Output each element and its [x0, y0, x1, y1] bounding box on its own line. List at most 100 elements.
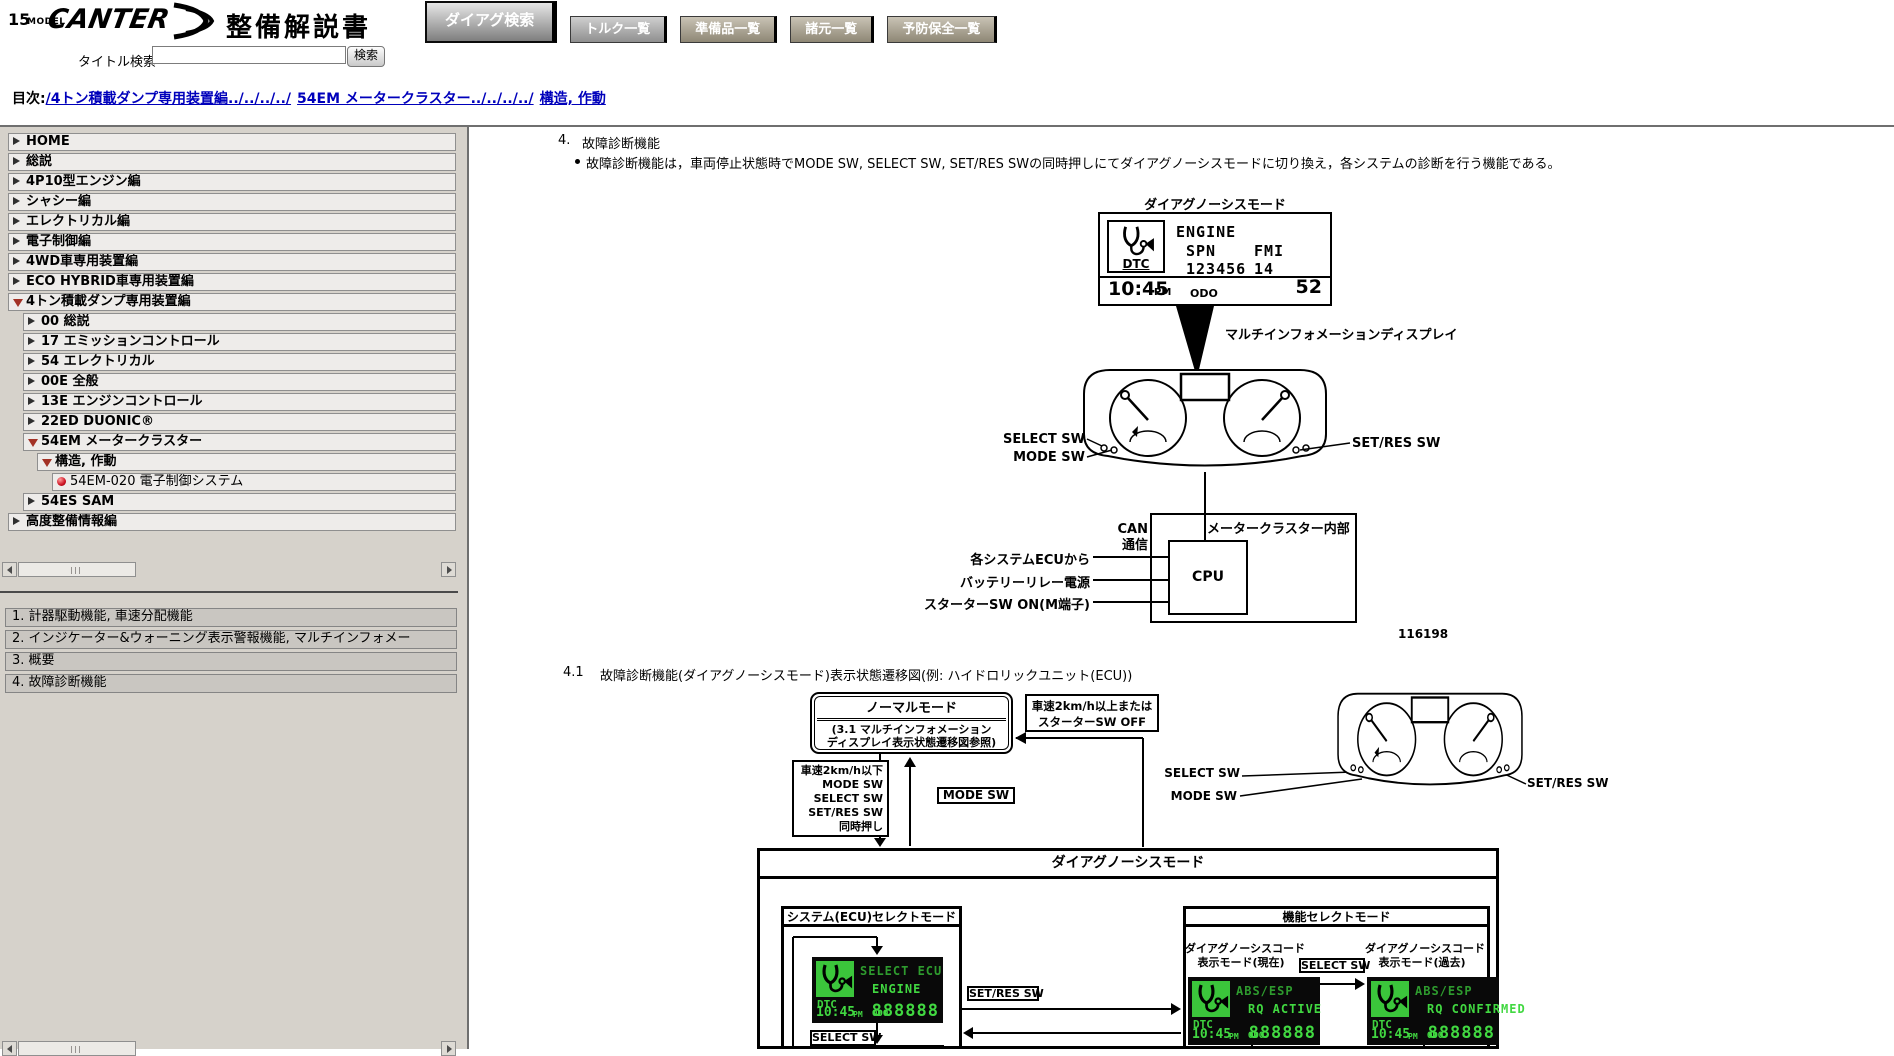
sidebar-tree-item[interactable]: 17 エミッションコントロール	[23, 333, 456, 351]
sidebar-tree-item[interactable]: 4WD車専用装置編	[8, 253, 456, 271]
sidebar-tree-item[interactable]: 22ED DUONIC®	[23, 413, 456, 431]
display-odo: ODO	[1190, 287, 1218, 300]
tree-item-label: 00E 全般	[41, 374, 99, 389]
breadcrumb-prefix: 目次:	[12, 91, 46, 107]
nav-button[interactable]: 準備品一覧	[680, 16, 777, 43]
sidebar-tree-item[interactable]: 13E エンジンコントロール	[23, 393, 456, 411]
enter-condition-box: 車速2km/h以下 MODE SW SELECT SW SET/RES SW 同…	[792, 760, 889, 837]
can-label-line2: 通信	[1100, 538, 1148, 554]
function-list-item[interactable]: 3. 概要	[5, 652, 457, 671]
top-nav: ダイアグ検索 トルク一覧 準備品一覧 諸元一覧 予防保全一覧	[425, 5, 997, 43]
sidebar-tree-item[interactable]: 4トン積載ダンプ専用装置編	[8, 293, 456, 311]
normal-mode-sub1: (3.1 マルチインフォメーション	[812, 723, 1011, 736]
function-list-item[interactable]: 2. インジケーター&ウォーニング表示警報機能, マルチインフォメー	[5, 630, 457, 649]
sidebar-tree-item[interactable]: 54EM メータークラスター	[23, 433, 456, 451]
lcd-line1: ABS/ESP	[1415, 984, 1473, 998]
sidebar-tree-item[interactable]: 総説	[8, 153, 456, 171]
nav-button[interactable]: ダイアグ検索	[425, 1, 557, 43]
tree-item-label: 電子制御編	[26, 234, 91, 249]
lcd-ampm: PM	[1229, 1032, 1239, 1041]
tree-item-label: シャシー編	[26, 194, 91, 209]
breadcrumb-link[interactable]: 構造, 作動	[540, 91, 606, 107]
scroll-left-button[interactable]	[2, 562, 17, 577]
stethoscope-icon	[1114, 224, 1158, 258]
display-spn: SPN	[1186, 242, 1216, 260]
code-past-line2: 表示モード(過去)	[1365, 956, 1479, 970]
normal-mode-box: ノーマルモード (3.1 マルチインフォメーション ディスプレイ表示状態遷移図参…	[810, 692, 1013, 754]
tree-item-label: 54EM-020 電子制御システム	[70, 474, 243, 489]
lcd-time: 10:45	[1192, 1027, 1231, 1042]
sidebar-tree: HOME 総説 4P10型エンジン編 シャシー編 エレクトリカル編 電子制御編 …	[8, 133, 456, 533]
sidebar-tree-item[interactable]: 54EM-020 電子制御システム	[52, 473, 456, 491]
sidebar-tree-item[interactable]: 00 総説	[23, 313, 456, 331]
tree-item-label: ECO HYBRID車専用装置編	[26, 274, 194, 289]
breadcrumb-link[interactable]: 54EM メータークラスター../../../../	[297, 91, 534, 107]
header: 15 MODEL CANTER 整備解説書 ダイアグ検索 トルク一覧 準備品一覧…	[0, 0, 1894, 125]
canter-swoosh-icon	[172, 3, 224, 39]
bullet-dot	[575, 159, 580, 164]
enter-condition-line: 車速2km/h以下	[794, 764, 883, 778]
tree-item-label: 高度整備情報編	[26, 514, 117, 529]
sidebar-tree-item[interactable]: 高度整備情報編	[8, 513, 456, 531]
fig1-select-sw-label: SELECT SW	[990, 432, 1085, 447]
page-title: 整備解説書	[226, 7, 371, 44]
sidebar-tree-item[interactable]: 4P10型エンジン編	[8, 173, 456, 191]
tree-item-label: 4WD車専用装置編	[26, 254, 138, 269]
tree-item-label: 22ED DUONIC®	[41, 414, 154, 429]
display-fmi: FMI	[1254, 242, 1284, 260]
function-list-item[interactable]: 4. 故障診断機能	[5, 674, 457, 693]
code-current-line2: 表示モード(現在)	[1185, 956, 1297, 970]
code-past-line1: ダイアグノーシスコード	[1365, 942, 1479, 956]
tree-item-label: 構造, 作動	[55, 454, 116, 469]
lcd-time: 10:45	[1371, 1027, 1410, 1042]
diagnosis-mode-title: ダイアグノーシスモード	[760, 851, 1496, 879]
input-ecu-label: 各システムECUから	[850, 549, 1090, 568]
tree-item-label: エレクトリカル編	[26, 214, 130, 229]
display-engine: ENGINE	[1176, 223, 1236, 241]
title-search-input[interactable]	[152, 46, 346, 64]
section-4-number: 4.	[558, 133, 570, 148]
sidebar-tree-item[interactable]: 54ES SAM	[23, 493, 456, 511]
tree-item-label: 54 エレクトリカル	[41, 354, 155, 369]
sidebar-tree-item[interactable]: ECO HYBRID車専用装置編	[8, 273, 456, 291]
nav-button[interactable]: 予防保全一覧	[887, 16, 997, 43]
scroll-thumb[interactable]	[18, 562, 136, 577]
fig1-set-res-sw-label: SET/RES SW	[1352, 436, 1440, 451]
breadcrumb: 目次:/4トン積載ダンプ専用装置編../../../../ 54EM メータークラ…	[12, 88, 612, 108]
stethoscope-icon	[1193, 982, 1229, 1015]
section-41-number: 4.1	[563, 665, 584, 680]
sidebar-tree-item[interactable]: 電子制御編	[8, 233, 456, 251]
tree-item-label: 00 総説	[41, 314, 90, 329]
sidebar-tree-item[interactable]: HOME	[8, 133, 456, 151]
scroll-right-button[interactable]	[441, 562, 456, 577]
fig2-select-sw-label: SELECT SW	[1155, 766, 1240, 780]
can-label-line1: CAN	[1100, 522, 1148, 538]
sidebar-tree-item[interactable]: 54 エレクトリカル	[23, 353, 456, 371]
display-ampm: PM	[1154, 287, 1171, 298]
tree-item-label: 17 エミッションコントロール	[41, 334, 220, 349]
search-button[interactable]: 検索	[347, 46, 385, 67]
function-list-item[interactable]: 1. 計器駆動機能, 車速分配機能	[5, 608, 457, 627]
lcd-line2: RQ CONFIRMED	[1427, 1002, 1526, 1016]
lcd-time: 10:45	[816, 1005, 855, 1020]
enter-condition-line: 同時押し	[794, 820, 883, 834]
cluster-internal-label: メータークラスター内部	[1207, 518, 1350, 537]
dtc-label: DTC	[1109, 257, 1163, 271]
lcd-line1: ABS/ESP	[1236, 984, 1294, 998]
breadcrumb-link[interactable]: /4トン積載ダンプ専用装置編../../../../	[46, 91, 291, 107]
sidebar-tree-item[interactable]: エレクトリカル編	[8, 213, 456, 231]
section-4-body: 故障診断機能は，車両停止状態時でMODE SW, SELECT SW, SET/…	[586, 153, 1560, 172]
dtc-icon-tile	[1371, 981, 1409, 1017]
nav-button[interactable]: 諸元一覧	[790, 16, 874, 43]
normal-mode-title: ノーマルモード	[812, 697, 1011, 716]
lcd-screen-select-ecu: DTC SELECT ECU ENGINE 10:45 PM ODO 88888…	[812, 957, 943, 1023]
exit-condition-line2: スターターSW OFF	[1027, 714, 1157, 730]
enter-condition-line: SELECT SW	[794, 792, 883, 806]
select-sw-tag-right: SELECT SW	[1299, 958, 1365, 973]
section-4-title: 故障診断機能	[582, 133, 660, 152]
nav-button[interactable]: トルク一覧	[570, 16, 667, 43]
sidebar-tree-item[interactable]: 00E 全般	[23, 373, 456, 391]
sidebar-tree-item[interactable]: 構造, 作動	[37, 453, 456, 471]
sidebar-tree-item[interactable]: シャシー編	[8, 193, 456, 211]
tree-item-label: 4P10型エンジン編	[26, 174, 141, 189]
